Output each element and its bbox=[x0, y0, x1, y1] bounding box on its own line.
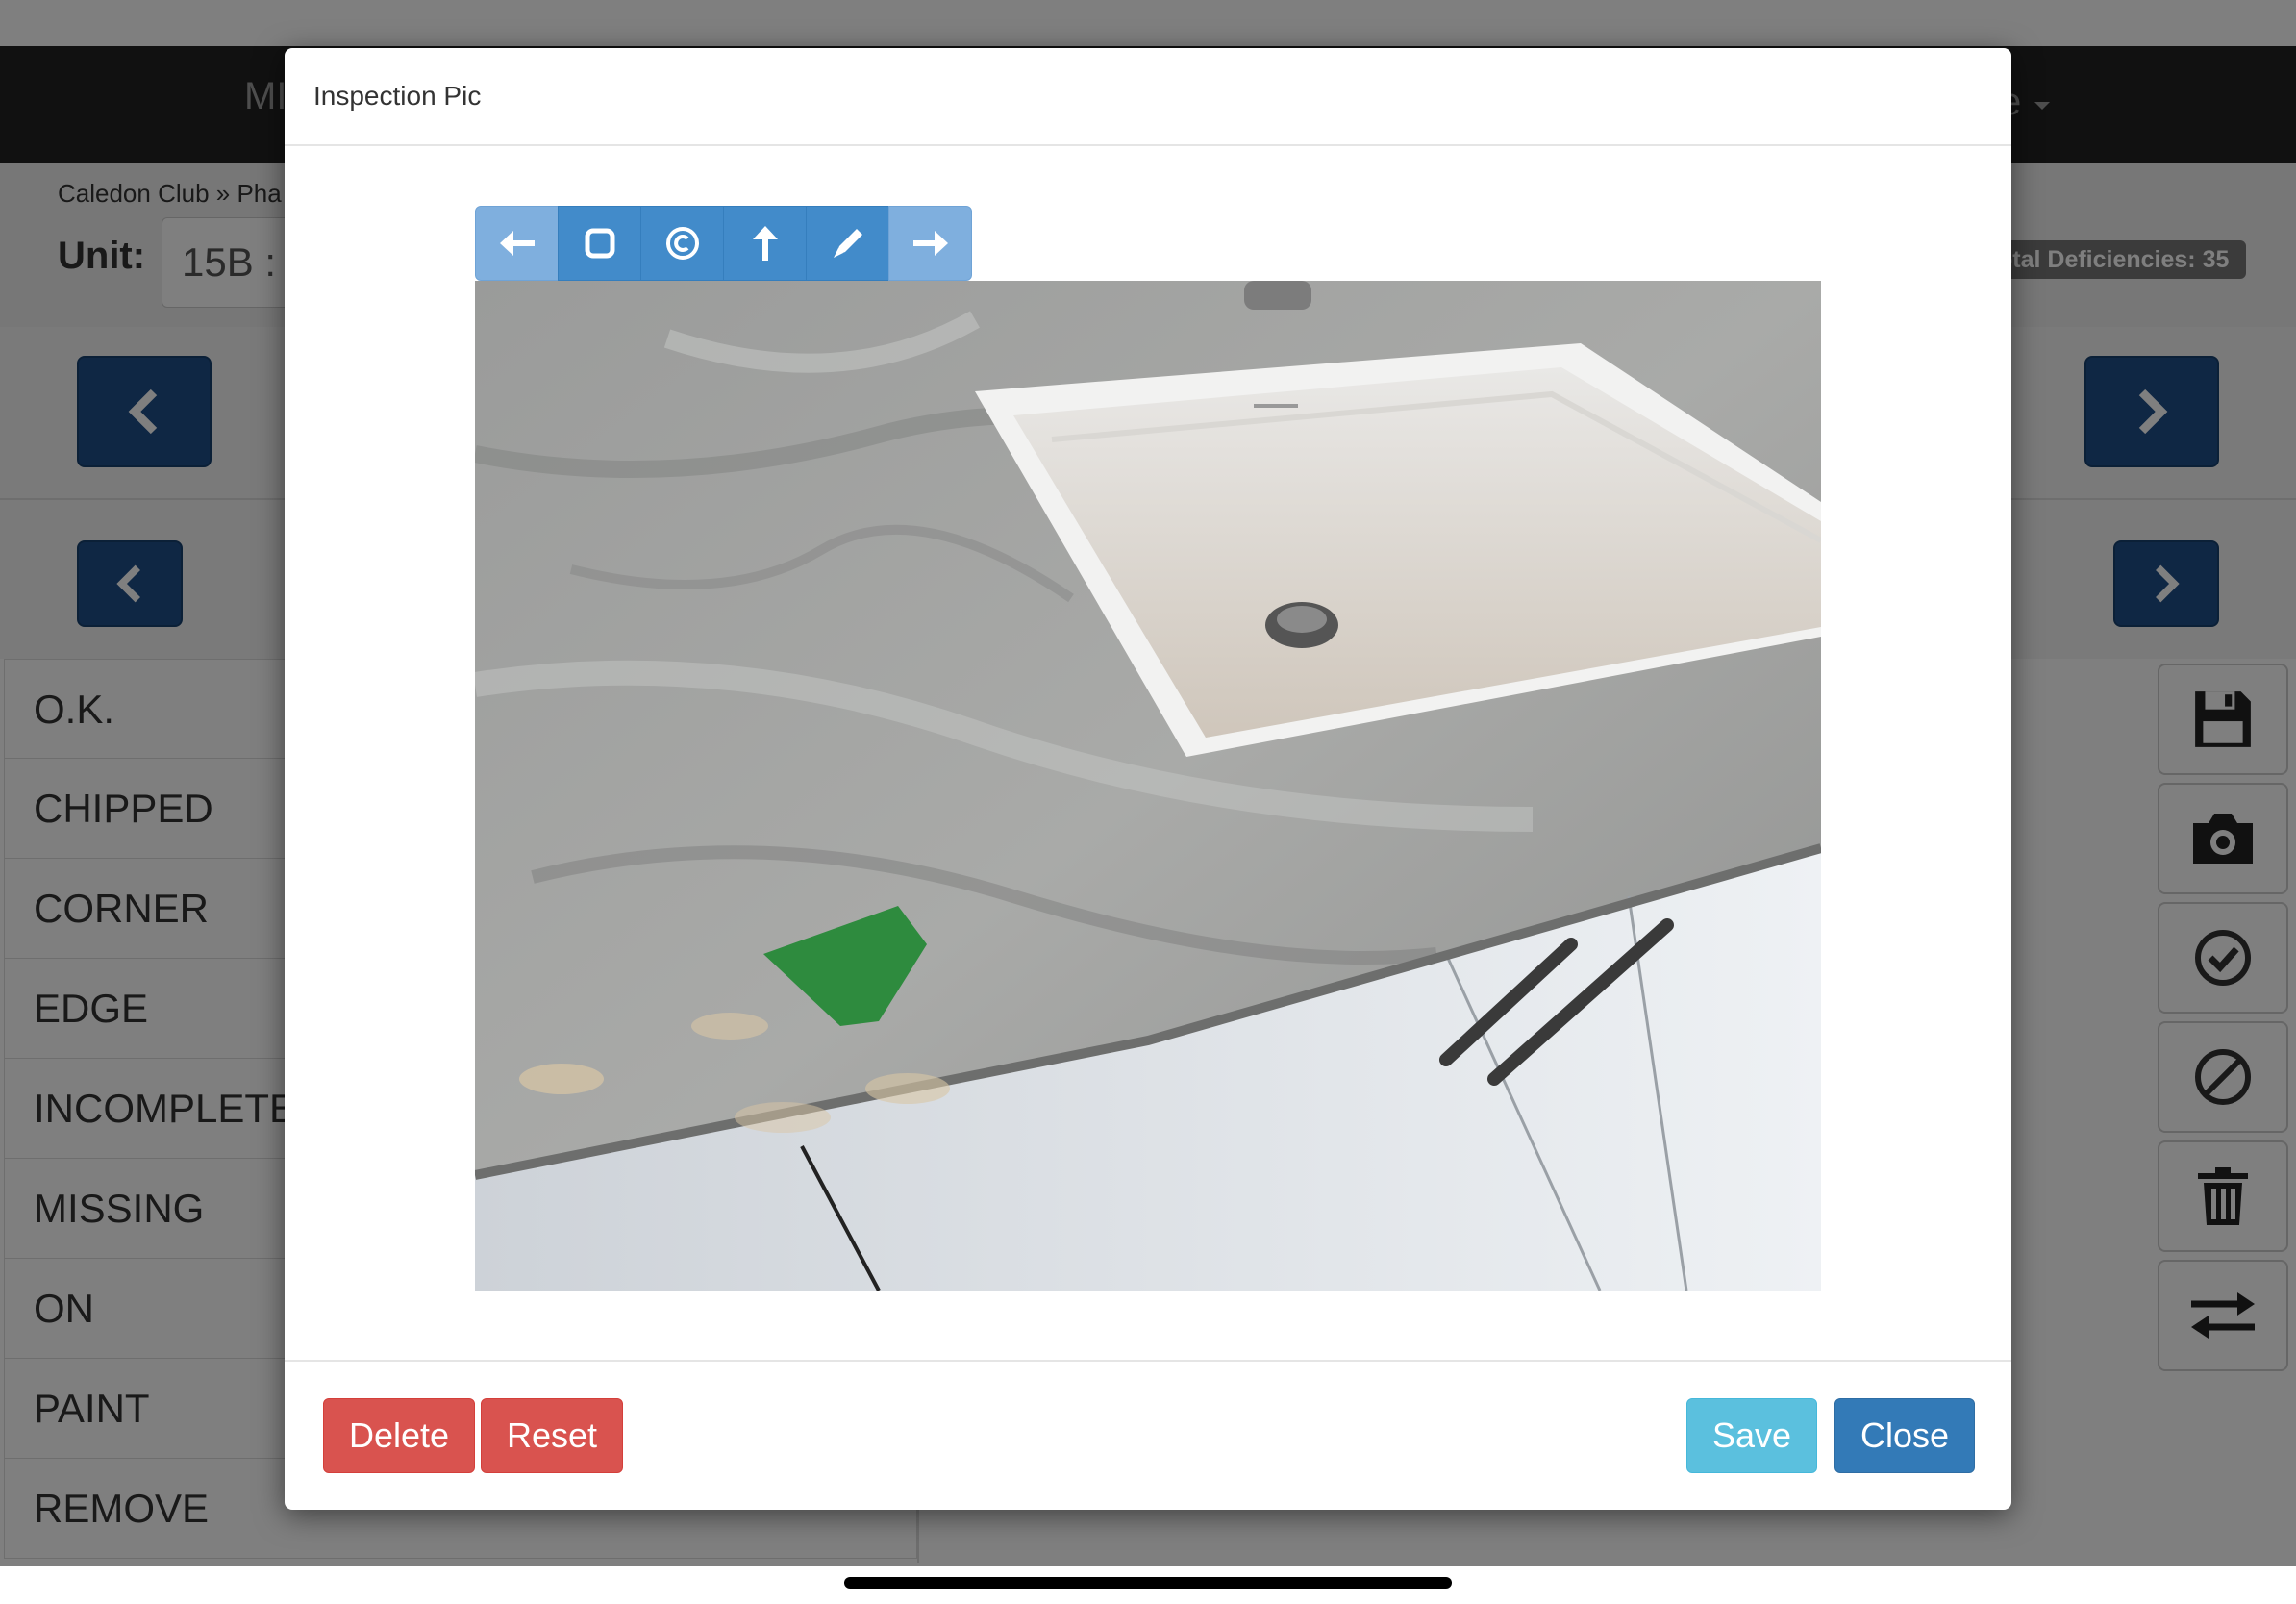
modal-footer: Delete Reset Save Close bbox=[285, 1360, 2011, 1510]
delete-button[interactable]: Delete bbox=[323, 1398, 476, 1473]
save-button[interactable]: Save bbox=[1686, 1398, 1818, 1473]
drawing-toolbar bbox=[475, 206, 972, 283]
pencil-icon bbox=[833, 229, 862, 258]
home-indicator[interactable] bbox=[844, 1577, 1452, 1589]
inspection-photo bbox=[475, 281, 1821, 1291]
arrow-up-icon bbox=[752, 226, 778, 261]
close-button[interactable]: Close bbox=[1834, 1398, 1976, 1473]
inspection-pic-modal: Inspection Pic Delete Reset Save Close bbox=[285, 48, 2011, 1510]
redo-arrow-icon bbox=[912, 231, 948, 256]
circle-tool-button[interactable] bbox=[640, 206, 724, 281]
copyright-icon bbox=[665, 227, 699, 260]
redo-button[interactable] bbox=[888, 206, 972, 281]
undo-arrow-icon bbox=[499, 231, 535, 256]
modal-title: Inspection Pic bbox=[313, 81, 482, 111]
rectangle-tool-button[interactable] bbox=[558, 206, 641, 281]
inspection-photo-canvas[interactable] bbox=[475, 281, 1821, 1291]
pencil-tool-button[interactable] bbox=[806, 206, 889, 281]
undo-button[interactable] bbox=[475, 206, 559, 281]
modal-body bbox=[285, 146, 2011, 1360]
arrow-tool-button[interactable] bbox=[723, 206, 807, 281]
reset-button[interactable]: Reset bbox=[481, 1398, 624, 1473]
modal-header: Inspection Pic bbox=[285, 48, 2011, 146]
rectangle-icon bbox=[585, 228, 614, 259]
